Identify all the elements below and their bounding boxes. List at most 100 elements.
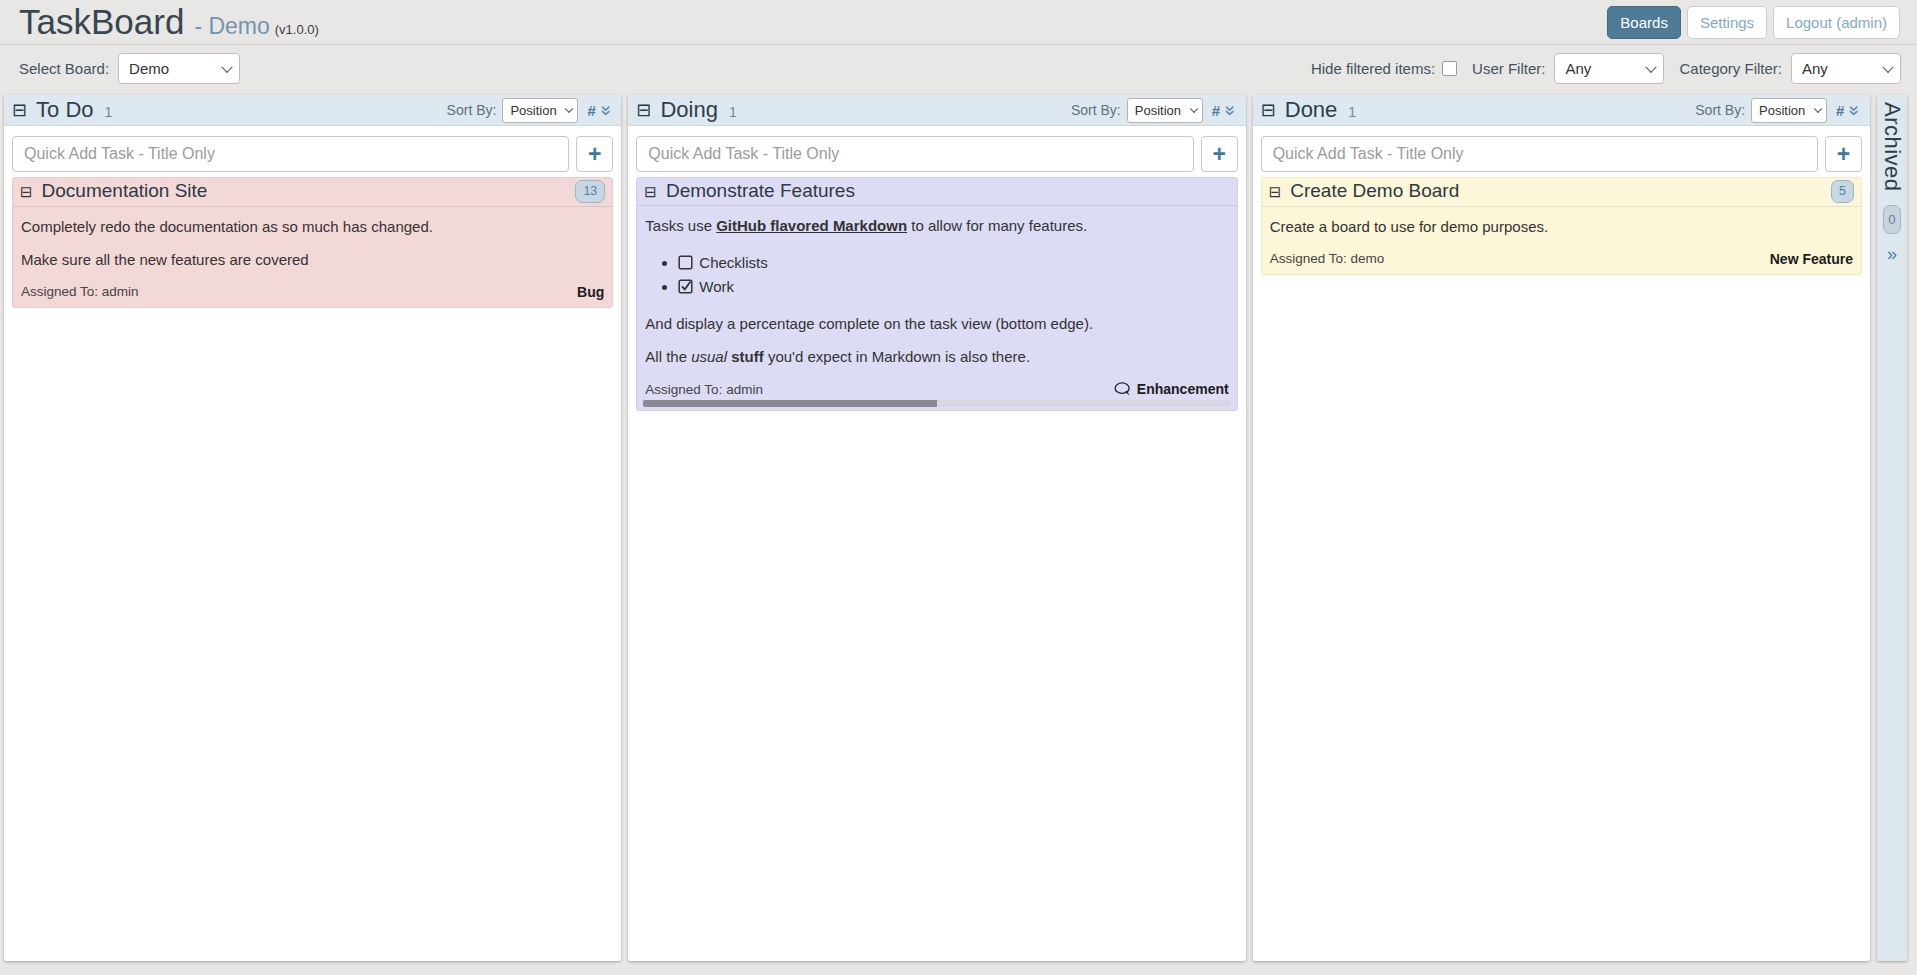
quick-add-input[interactable] bbox=[12, 136, 569, 172]
brand: TaskBoard - Demo (v1.0.0) bbox=[19, 2, 319, 42]
column-title: Doing bbox=[660, 97, 717, 123]
quick-add-row: + bbox=[628, 126, 1245, 172]
user-filter-value: Any bbox=[1565, 60, 1591, 77]
task-paragraph: Make sure all the new features are cover… bbox=[21, 251, 604, 268]
task-card-documentation-site[interactable]: ⊟ Documentation Site 13 Completely redo … bbox=[12, 177, 613, 308]
quick-add-row: + bbox=[4, 126, 621, 172]
column-doing: ⊟ Doing 1 Sort By: Position # » + ⊟ Demo… bbox=[628, 95, 1245, 961]
assigned-to: Assigned To: demo bbox=[1270, 251, 1385, 266]
comment-bubble-icon bbox=[1114, 382, 1132, 396]
show-task-numbers-icon[interactable]: # bbox=[1836, 102, 1844, 119]
show-task-numbers-icon[interactable]: # bbox=[1212, 102, 1220, 119]
archived-task-count: 0 bbox=[1883, 205, 1900, 234]
task-footer: Assigned To: admin Bug bbox=[13, 284, 612, 307]
expand-column-icon[interactable]: » bbox=[1887, 244, 1897, 265]
column-archived-collapsed[interactable]: Archived 0 » bbox=[1877, 95, 1907, 961]
quick-add-input[interactable] bbox=[1261, 136, 1818, 172]
column-title: Done bbox=[1285, 97, 1338, 123]
task-title: Demonstrate Features bbox=[666, 180, 855, 202]
quick-add-input[interactable] bbox=[636, 136, 1193, 172]
collapse-task-icon[interactable]: ⊟ bbox=[644, 184, 657, 199]
task-description: Create a board to use for demo purposes. bbox=[1262, 218, 1861, 235]
app-version: (v1.0.0) bbox=[275, 22, 319, 37]
task-card-demonstrate-features[interactable]: ⊟ Demonstrate Features Tasks use GitHub … bbox=[636, 177, 1237, 411]
task-footer: Assigned To: demo New Feature bbox=[1262, 251, 1861, 274]
add-task-button[interactable]: + bbox=[1825, 136, 1862, 172]
top-bar: TaskBoard - Demo (v1.0.0) Boards Setting… bbox=[0, 0, 1917, 45]
task-progress-bar bbox=[643, 400, 1230, 407]
sort-by-label: Sort By: bbox=[447, 102, 497, 118]
column-todo-header: ⊟ To Do 1 Sort By: Position # » bbox=[4, 95, 621, 126]
column-task-count: 1 bbox=[729, 104, 737, 120]
sort-select[interactable]: Position bbox=[1751, 98, 1827, 123]
collapse-task-icon[interactable]: ⊟ bbox=[1269, 184, 1282, 199]
category-filter-value: Any bbox=[1802, 60, 1828, 77]
task-points-badge: 13 bbox=[575, 180, 605, 203]
column-done: ⊟ Done 1 Sort By: Position # » + ⊟ Creat… bbox=[1253, 95, 1870, 961]
user-filter-label: User Filter: bbox=[1472, 60, 1545, 77]
column-task-count: 1 bbox=[1348, 104, 1356, 120]
column-done-header: ⊟ Done 1 Sort By: Position # » bbox=[1253, 95, 1870, 126]
task-paragraph: And display a percentage complete on the… bbox=[645, 315, 1228, 332]
sort-select[interactable]: Position bbox=[502, 98, 578, 123]
checkbox-checked-icon[interactable] bbox=[678, 279, 693, 294]
category-filter-label: Category Filter: bbox=[1679, 60, 1782, 77]
task-description: Completely redo the documentation as so … bbox=[13, 218, 612, 268]
collapse-column-icon[interactable]: ⊟ bbox=[1261, 101, 1276, 119]
collapse-all-tasks-icon[interactable]: » bbox=[1846, 105, 1865, 116]
chevron-down-icon bbox=[1814, 104, 1822, 112]
task-card-header: ⊟ Demonstrate Features bbox=[637, 178, 1236, 206]
task-card-create-demo-board[interactable]: ⊟ Create Demo Board 5 Create a board to … bbox=[1261, 177, 1862, 275]
boards-button[interactable]: Boards bbox=[1607, 6, 1681, 39]
nav-buttons: Boards Settings Logout (admin) bbox=[1607, 6, 1900, 39]
sort-select[interactable]: Position bbox=[1127, 98, 1203, 123]
checklist-item: Work bbox=[678, 278, 1228, 295]
column-title: To Do bbox=[36, 97, 93, 123]
filter-bar: Select Board: Demo Hide filtered items: … bbox=[0, 45, 1917, 92]
assigned-to: Assigned To: admin bbox=[645, 382, 763, 397]
category-filter-select[interactable]: Any bbox=[1791, 53, 1901, 84]
task-paragraph: Completely redo the documentation as so … bbox=[21, 218, 604, 235]
sort-select-value: Position bbox=[510, 103, 556, 118]
app-title: TaskBoard bbox=[19, 2, 184, 42]
task-paragraph: All the usual stuff you'd expect in Mark… bbox=[645, 348, 1228, 365]
column-todo: ⊟ To Do 1 Sort By: Position # » + ⊟ Docu… bbox=[4, 95, 621, 961]
hide-filtered-checkbox[interactable] bbox=[1442, 61, 1457, 76]
board-select-value: Demo bbox=[129, 60, 169, 77]
collapse-all-tasks-icon[interactable]: » bbox=[598, 105, 617, 116]
assigned-to: Assigned To: admin bbox=[21, 284, 139, 299]
collapse-column-icon[interactable]: ⊟ bbox=[636, 101, 651, 119]
chevron-down-icon bbox=[221, 61, 232, 72]
column-doing-header: ⊟ Doing 1 Sort By: Position # » bbox=[628, 95, 1245, 126]
logout-button[interactable]: Logout (admin) bbox=[1773, 6, 1900, 39]
checkbox-unchecked-icon[interactable] bbox=[678, 255, 693, 270]
board-select[interactable]: Demo bbox=[118, 53, 240, 84]
select-board-label: Select Board: bbox=[19, 60, 109, 77]
chevron-down-icon bbox=[1882, 61, 1893, 72]
sort-select-value: Position bbox=[1759, 103, 1805, 118]
task-category: Bug bbox=[577, 284, 604, 300]
settings-button[interactable]: Settings bbox=[1687, 6, 1767, 39]
task-category: Enhancement bbox=[1114, 381, 1229, 397]
task-description: Tasks use GitHub flavored Markdown to al… bbox=[637, 217, 1236, 365]
task-category: New Feature bbox=[1770, 251, 1853, 267]
task-card-header: ⊟ Documentation Site 13 bbox=[13, 178, 612, 207]
markdown-link[interactable]: GitHub flavored Markdown bbox=[716, 217, 907, 234]
sort-select-value: Position bbox=[1135, 103, 1181, 118]
collapse-task-icon[interactable]: ⊟ bbox=[20, 184, 33, 199]
add-task-button[interactable]: + bbox=[1201, 136, 1238, 172]
task-title: Documentation Site bbox=[42, 180, 208, 202]
task-footer: Assigned To: admin Enhancement bbox=[637, 381, 1236, 400]
show-task-numbers-icon[interactable]: # bbox=[587, 102, 595, 119]
task-card-header: ⊟ Create Demo Board 5 bbox=[1262, 178, 1861, 207]
sort-by-label: Sort By: bbox=[1071, 102, 1121, 118]
add-task-button[interactable]: + bbox=[576, 136, 613, 172]
task-title: Create Demo Board bbox=[1290, 180, 1459, 202]
quick-add-row: + bbox=[1253, 126, 1870, 172]
task-checklist: Checklists Work bbox=[645, 254, 1228, 295]
collapse-all-tasks-icon[interactable]: » bbox=[1222, 105, 1241, 116]
task-paragraph: Create a board to use for demo purposes. bbox=[1270, 218, 1853, 235]
user-filter-select[interactable]: Any bbox=[1554, 53, 1664, 84]
collapse-column-icon[interactable]: ⊟ bbox=[12, 101, 27, 119]
sort-by-label: Sort By: bbox=[1695, 102, 1745, 118]
